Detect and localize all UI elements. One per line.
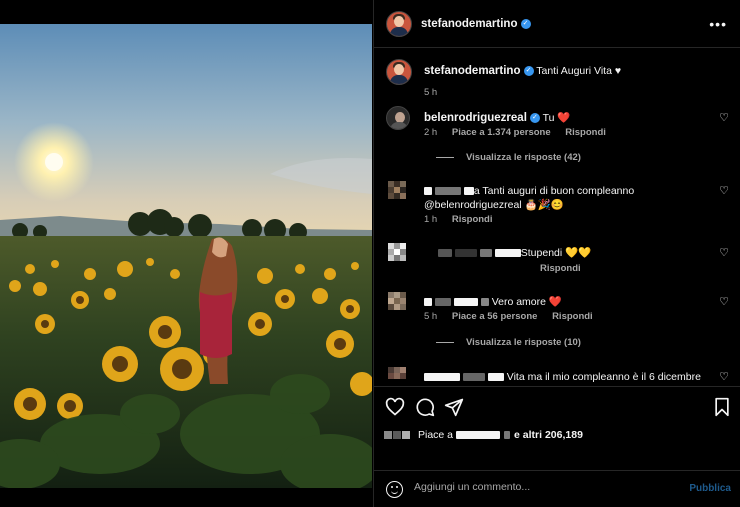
caption-username[interactable]: stefanodemartino (424, 65, 521, 77)
comment-body: Tu ❤️ (542, 112, 571, 124)
heart-icon[interactable]: ♡ (719, 111, 729, 124)
comment-item: Vita ma il mio compleanno è il 6 dicembr… (386, 365, 731, 385)
redacted-username (424, 373, 460, 382)
reply-button[interactable]: Rispondi (452, 214, 493, 225)
comment-item: a Tanti auguri di buon compleanno @belen… (386, 179, 731, 229)
comment-text: Vero amore ❤️ (424, 295, 722, 309)
redacted-username (434, 187, 461, 196)
post-actions-bar (374, 386, 740, 426)
comment-text: belenrodriguezreal ✓ Tu ❤️ (424, 111, 722, 125)
author-avatar[interactable] (386, 10, 412, 37)
publish-button[interactable]: Pubblica (689, 483, 731, 494)
more-horizontal-icon[interactable]: ••• (709, 16, 727, 32)
comment-avatar[interactable] (386, 106, 410, 130)
comment-text: a Tanti auguri di buon compleanno @belen… (424, 184, 722, 212)
comment-text: Vita ma il mio compleanno è il 6 dicembr… (424, 370, 722, 384)
add-comment-bar: Pubblica (374, 470, 740, 507)
reply-button[interactable]: Rispondi (552, 311, 593, 322)
caption: stefanodemartino ✓ Tanti Auguri Vita ♥ 5 … (386, 59, 731, 99)
verified-badge-icon: ✓ (523, 66, 534, 77)
reply-button[interactable]: Rispondi (540, 263, 581, 274)
comments-list[interactable]: stefanodemartino ✓ Tanti Auguri Vita ♥ 5 … (374, 49, 740, 385)
heart-icon[interactable]: ♡ (719, 295, 729, 308)
comment-body: a Tanti auguri di buon compleanno (473, 185, 635, 197)
post-photo[interactable] (0, 24, 372, 488)
caption-text: stefanodemartino ✓ Tanti Auguri Vita ♥ (424, 64, 722, 78)
redacted-username (424, 187, 432, 196)
heart-icon[interactable]: ♡ (719, 370, 729, 383)
verified-badge-icon: ✓ (529, 113, 540, 124)
caption-body: Tanti Auguri Vita ♥ (536, 65, 622, 77)
comment-avatar-pixelated[interactable] (388, 367, 410, 385)
comment-likes[interactable]: Piace a 1.374 persone (452, 127, 551, 138)
comment-item: belenrodriguezreal ✓ Tu ❤️ 2 h Piace a 1.… (386, 106, 731, 170)
comment-body: Stupendi 💛💛 (520, 247, 592, 259)
redacted-username (434, 298, 451, 307)
comment-meta: Rispondi (540, 263, 593, 274)
liker-avatar-pixelated (384, 431, 392, 439)
redacted-username (438, 249, 452, 258)
redacted-username (453, 298, 478, 307)
comment-body: Vero amore ❤️ (491, 296, 562, 308)
author-username[interactable]: stefanodemartino (421, 18, 518, 30)
redacted-username (454, 249, 477, 258)
comment-avatar-pixelated[interactable] (388, 243, 410, 265)
comment-body-mention: @belenrodriguezreal 🎂🎉😊 (424, 199, 564, 211)
share-icon[interactable] (444, 397, 464, 417)
comment-icon[interactable] (415, 397, 435, 417)
liker-avatar-pixelated (402, 431, 410, 439)
caption-time[interactable]: 5 h (424, 87, 437, 98)
comment-avatar-pixelated[interactable] (388, 292, 410, 314)
redacted-username (456, 431, 501, 439)
heart-icon[interactable] (385, 397, 405, 417)
comment-meta: 5 h Piace a 56 persone Rispondi (424, 311, 605, 322)
redacted-username (463, 187, 474, 196)
bookmark-icon[interactable] (713, 397, 731, 417)
heart-icon[interactable]: ♡ (719, 246, 729, 259)
post-detail-panel: stefanodemartino ✓ ••• stefanodemartino ✓… (373, 0, 740, 507)
heart-icon[interactable]: ♡ (719, 184, 729, 197)
liker-avatar-pixelated (393, 431, 401, 439)
likes-count[interactable]: e altri 206,189 (514, 429, 583, 441)
redacted-username (480, 298, 489, 307)
comment-likes[interactable]: Piace a 56 persone (452, 311, 538, 322)
redacted-username (462, 373, 485, 382)
redacted-username (424, 298, 432, 307)
comment-text: Stupendi 💛💛 (438, 246, 736, 260)
comment-username[interactable]: belenrodriguezreal (424, 112, 527, 124)
redacted-username (504, 431, 511, 439)
verified-badge-icon: ✓ (520, 18, 531, 29)
post-media-pane (0, 0, 372, 507)
caption-meta: 5 h (424, 87, 449, 98)
add-comment-input[interactable] (414, 481, 664, 493)
view-replies-button[interactable]: Visualizza le risposte (42) (438, 152, 581, 163)
likes-prefix: Piace a (418, 429, 454, 441)
redacted-username (479, 249, 492, 258)
view-replies-button[interactable]: Visualizza le risposte (10) (438, 337, 581, 348)
redacted-username (494, 249, 521, 258)
comment-time[interactable]: 5 h (424, 311, 437, 322)
post-header: stefanodemartino ✓ ••• (374, 0, 740, 48)
comment-avatar-pixelated[interactable] (388, 181, 410, 203)
comment-meta: 1 h Rispondi (424, 214, 505, 225)
comment-item: Vero amore ❤️ 5 h Piace a 56 persone Ris… (386, 290, 731, 356)
comment-item: Stupendi 💛💛 Rispondi ♡ (386, 241, 731, 281)
reply-button[interactable]: Rispondi (565, 127, 606, 138)
comment-body: Vita ma il mio compleanno è il 6 dicembr… (506, 371, 701, 383)
comment-time[interactable]: 2 h (424, 127, 437, 138)
caption-avatar[interactable] (386, 59, 412, 85)
comment-time[interactable]: 1 h (424, 214, 437, 225)
sunflower-field-image (0, 24, 372, 488)
comment-meta: 2 h Piace a 1.374 persone Rispondi (424, 127, 618, 138)
likes-summary[interactable]: Piace a e altri 206,189 (384, 427, 583, 443)
emoji-icon[interactable] (386, 481, 403, 498)
redacted-username (487, 373, 504, 382)
